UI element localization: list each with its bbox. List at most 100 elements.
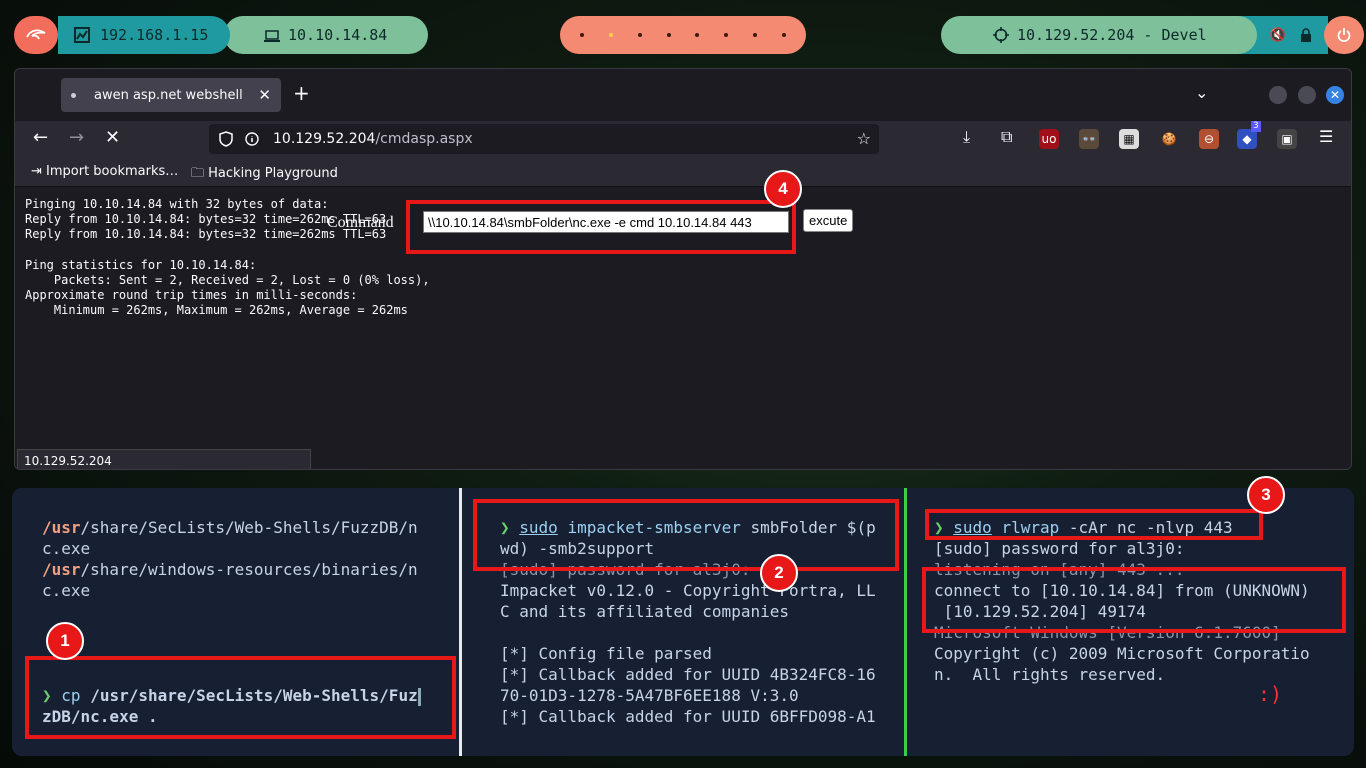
annotation-badge-3: 3 [1247,476,1285,514]
terminal-line: c.exe [42,539,91,558]
qr-code-icon[interactable]: ▦ [1119,129,1139,149]
spy-glasses-icon[interactable]: 👓 [1079,129,1099,149]
tab-strip: awen asp.net webshell ✕ + ⌄ ✕ [15,69,1351,121]
extensions-puzzle-icon[interactable]: ⧉ [1001,127,1012,147]
browser-window: awen asp.net webshell ✕ + ⌄ ✕ ← → ✕ 10.1… [14,68,1352,470]
back-arrow-icon[interactable]: ← [33,127,48,148]
terminal-line: /usr/share/SecLists/Web-Shells/FuzzDB/n [42,517,418,538]
workspace-dot[interactable] [724,33,729,37]
command-label: Command [327,214,394,231]
bookmark-star-icon[interactable]: ☆ [857,129,871,148]
extension-badge: 3 [1251,121,1261,132]
distro-menu-button[interactable] [14,16,58,54]
kali-dragon-icon [26,29,46,40]
output-line: Pinging 10.10.14.84 with 32 bytes of dat… [25,197,329,211]
vpn-ip-text: 10.10.14.84 [288,26,388,44]
top-panel: 10.10.14.84 192.168.1.15 🔇 10.129.52.204… [0,0,1366,70]
import-bookmarks-label: Import bookmarks… [46,164,179,179]
power-button[interactable] [1324,16,1364,54]
terminal-line: [sudo] password for al3j0: [934,539,1185,558]
output-line: Packets: Sent = 2, Received = 2, Lost = … [25,273,430,288]
annotation-box-3a [925,509,1263,540]
page-info-icon[interactable] [245,132,259,146]
folder-icon: 🗀 [191,166,205,181]
wappalyzer-icon[interactable]: 3 ◆ [1237,121,1261,149]
annotation-badge-1: 1 [46,622,84,660]
maximize-button[interactable] [1298,86,1316,104]
terminal-line: [*] Config file parsed [500,644,712,663]
output-line: Minimum = 262ms, Maximum = 262ms, Averag… [25,303,408,318]
lock-icon[interactable] [1300,28,1312,42]
downloads-icon[interactable]: ⤓ [963,127,970,147]
import-bookmarks-link[interactable]: ⇥ Import bookmarks… [31,164,178,179]
pane-divider-active[interactable] [904,488,907,756]
workspace-dot[interactable] [666,33,671,37]
minimize-button[interactable] [1269,86,1287,104]
power-icon [1337,28,1351,42]
terminal-line: 70-01D3-1278-5A47BF6EE188 V:3.0 [500,686,799,705]
terminal-line: n. All rights reserved. [934,665,1166,684]
cookie-icon[interactable]: 🍪 [1159,129,1179,149]
annotation-box-1 [25,656,456,739]
vpn-ip-widget[interactable]: 10.10.14.84 [224,16,428,54]
ublock-origin-icon[interactable]: uo [1039,129,1059,149]
workspace-dot[interactable] [637,33,642,37]
url-host: 10.129.52.204 [273,131,376,147]
crosshair-icon [993,27,1009,43]
terminal-line: [*] Callback added for UUID 4B324FC8-16 [500,665,876,684]
workspace-dot[interactable] [752,33,757,37]
workspace-dot[interactable] [781,33,786,37]
volume-muted-icon[interactable]: 🔇 [1270,28,1286,43]
bookmarks-toolbar: ⇥ Import bookmarks… 🗀 Hacking Playground [15,157,1351,187]
workspace-dot-active[interactable] [609,33,614,37]
output-line: Approximate round trip times in milli-se… [25,288,358,303]
hacking-playground-folder[interactable]: 🗀 Hacking Playground [191,164,338,186]
terminal-line: c.exe [42,581,91,600]
annotation-box-3b [922,567,1346,633]
tab-webshell[interactable]: awen asp.net webshell ✕ [61,78,281,112]
close-window-button[interactable]: ✕ [1326,86,1344,104]
workspace-dot[interactable] [580,33,585,37]
smiley-text: :) [1258,682,1283,706]
terminal-line: C and its affiliated companies [500,602,789,621]
annotation-box-4 [406,200,796,254]
url-bar[interactable]: 10.129.52.204/cmdasp.aspx ☆ [209,124,879,154]
target-ip-widget[interactable]: 10.129.52.204 - Devel [941,16,1257,54]
shield-icon[interactable] [219,131,233,147]
status-url: 10.129.52.204 [17,449,311,469]
workspace-switcher[interactable] [560,16,806,54]
execute-button[interactable]: excute [803,209,854,232]
network-monitor-icon [74,27,90,43]
path-prefix: /usr [42,518,81,537]
path-rest: /share/SecLists/Web-Shells/FuzzDB/n [80,518,418,537]
target-text: 10.129.52.204 - Devel [1017,26,1207,44]
url-path: /cmdasp.aspx [375,131,473,147]
navigation-toolbar: ← → ✕ 10.129.52.204/cmdasp.aspx ☆ ⤓ ⧉ uo… [15,121,1351,157]
laptop-icon [264,30,280,42]
forward-arrow-icon[interactable]: → [69,127,84,148]
list-all-tabs-chevron-icon[interactable]: ⌄ [1195,83,1208,102]
terminal-line: Impacket v0.12.0 - Copyright Fortra, LL [500,581,876,600]
no-entry-extension-icon[interactable]: ⊖ [1199,129,1219,149]
hamburger-menu-icon[interactable]: ☰ [1319,127,1333,146]
local-ip-text: 192.168.1.15 [100,26,209,44]
path-rest: /share/windows-resources/binaries/n [80,560,418,579]
hacking-playground-label: Hacking Playground [208,166,338,181]
terminal-line: [*] Callback added for UUID 6BFFD098-A1 [500,707,876,726]
annotation-badge-2: 2 [760,554,798,592]
stop-loading-icon[interactable]: ✕ [105,127,120,148]
annotation-badge-4: 4 [764,170,802,208]
terminal-line: Copyright (c) 2009 Microsoft Corporatio [934,644,1310,663]
foxyproxy-icon[interactable]: ▣ [1277,129,1297,149]
new-tab-plus-icon[interactable]: + [293,81,310,105]
workspace-dot[interactable] [695,33,700,37]
tab-favicon-dot [71,92,76,98]
path-prefix: /usr [42,560,81,579]
output-line: Ping statistics for 10.10.14.84: [25,257,257,272]
annotation-box-2 [473,499,899,571]
tab-close-icon[interactable]: ✕ [258,86,271,104]
terminal-line: /usr/share/windows-resources/binaries/n [42,559,418,580]
local-ip-widget[interactable]: 192.168.1.15 [58,16,230,54]
tab-title: awen asp.net webshell [94,87,243,103]
